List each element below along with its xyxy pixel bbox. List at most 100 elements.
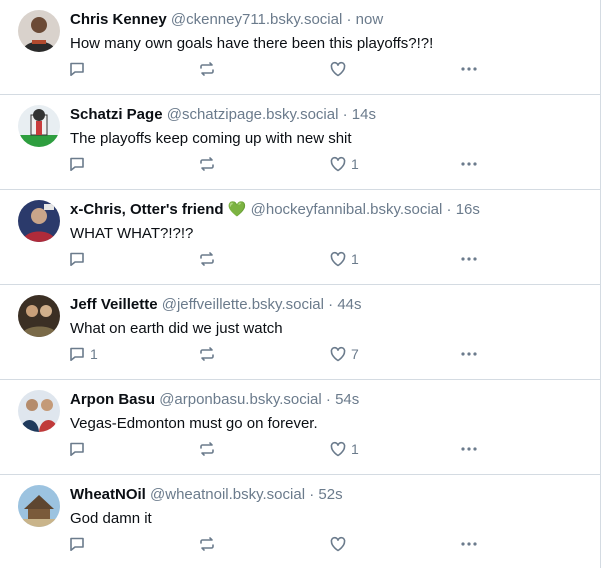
post-header: Schatzi Page @schatzipage.bsky.social · … [70,105,376,124]
repost-arrows-icon [198,60,216,78]
post-time[interactable]: 52s [318,486,342,503]
repost-button[interactable] [198,341,220,367]
reply-button[interactable]: 1 [68,341,98,367]
heart-icon [329,155,347,173]
ellipsis-icon [460,60,478,78]
post-item[interactable]: x-Chris, Otter's friend 💚 @hockeyfanniba… [0,190,600,285]
post-text: The playoffs keep coming up with new shi… [70,130,352,147]
more-options-button[interactable] [460,56,478,82]
like-count: 1 [351,251,359,267]
speech-bubble-icon [68,535,86,553]
reply-button[interactable] [68,246,90,272]
author-handle[interactable]: @wheatnoil.bsky.social [150,486,305,503]
post-header: WheatNOil @wheatnoil.bsky.social · 52s [70,485,343,504]
like-button[interactable] [329,56,351,82]
author-name[interactable]: Schatzi Page [70,106,163,123]
like-count: 7 [351,346,359,362]
post-item[interactable]: Chris Kenney @ckenney711.bsky.social · n… [0,0,600,95]
author-name[interactable]: x-Chris, Otter's friend [70,201,224,218]
author-name[interactable]: Arpon Basu [70,391,155,408]
author-name[interactable]: Jeff Veillette [70,296,158,313]
post-text: WHAT WHAT?!?!? [70,225,194,242]
author-handle[interactable]: @arponbasu.bsky.social [159,391,322,408]
speech-bubble-icon [68,250,86,268]
separator: · [342,11,356,28]
heart-icon [329,535,347,553]
post-actions: 1 [0,246,600,272]
post-time[interactable]: 54s [335,391,359,408]
heart-icon [329,345,347,363]
post-time[interactable]: 44s [337,296,361,313]
reply-button[interactable] [68,56,90,82]
heart-icon [329,60,347,78]
more-options-button[interactable] [460,531,478,557]
author-handle[interactable]: @ckenney711.bsky.social [171,11,342,28]
heart-icon [329,440,347,458]
like-button[interactable]: 1 [329,436,359,462]
post-time[interactable]: now [356,11,384,28]
more-options-button[interactable] [460,151,478,177]
post-text: What on earth did we just watch [70,320,283,337]
ellipsis-icon [460,440,478,458]
post-actions [0,56,600,82]
avatar[interactable] [18,105,60,147]
reply-button[interactable] [68,436,90,462]
repost-button[interactable] [198,246,220,272]
speech-bubble-icon [68,155,86,173]
green-heart-emoji: 💚 [227,201,247,218]
ellipsis-icon [460,155,478,173]
post-item[interactable]: Arpon Basu @arponbasu.bsky.social · 54s … [0,380,600,475]
post-time[interactable]: 16s [456,201,480,218]
speech-bubble-icon [68,345,86,363]
avatar[interactable] [18,200,60,242]
like-button[interactable]: 1 [329,151,359,177]
repost-arrows-icon [198,155,216,173]
speech-bubble-icon [68,60,86,78]
more-options-button[interactable] [460,341,478,367]
separator: · [305,486,319,503]
author-handle[interactable]: @hockeyfannibal.bsky.social [251,201,443,218]
post-actions: 1 [0,436,600,462]
speech-bubble-icon [68,440,86,458]
reply-count: 1 [90,346,98,362]
repost-arrows-icon [198,250,216,268]
ellipsis-icon [460,535,478,553]
like-count: 1 [351,441,359,457]
post-item[interactable]: WheatNOil @wheatnoil.bsky.social · 52s G… [0,475,600,568]
separator: · [338,106,352,123]
post-actions [0,531,600,557]
post-item[interactable]: Jeff Veillette @jeffveillette.bsky.socia… [0,285,600,380]
repost-button[interactable] [198,56,220,82]
post-text: Vegas-Edmonton must go on forever. [70,415,318,432]
avatar[interactable] [18,10,60,52]
post-feed: Chris Kenney @ckenney711.bsky.social · n… [0,0,601,568]
more-options-button[interactable] [460,246,478,272]
repost-button[interactable] [198,151,220,177]
author-handle[interactable]: @jeffveillette.bsky.social [162,296,324,313]
post-actions: 1 7 [0,341,600,367]
author-name[interactable]: Chris Kenney [70,11,167,28]
like-button[interactable]: 1 [329,246,359,272]
repost-arrows-icon [198,440,216,458]
post-time[interactable]: 14s [352,106,376,123]
repost-button[interactable] [198,436,220,462]
reply-button[interactable] [68,151,90,177]
like-button[interactable]: 7 [329,341,359,367]
reply-button[interactable] [68,531,90,557]
repost-arrows-icon [198,345,216,363]
like-button[interactable] [329,531,351,557]
author-name[interactable]: WheatNOil [70,486,146,503]
avatar[interactable] [18,295,60,337]
repost-arrows-icon [198,535,216,553]
post-header: x-Chris, Otter's friend 💚 @hockeyfanniba… [70,200,480,219]
repost-button[interactable] [198,531,220,557]
post-item[interactable]: Schatzi Page @schatzipage.bsky.social · … [0,95,600,190]
post-header: Chris Kenney @ckenney711.bsky.social · n… [70,10,383,29]
author-handle[interactable]: @schatzipage.bsky.social [167,106,339,123]
post-text: God damn it [70,510,152,527]
ellipsis-icon [460,250,478,268]
more-options-button[interactable] [460,436,478,462]
separator: · [321,391,336,408]
avatar[interactable] [18,485,60,527]
avatar[interactable] [18,390,60,432]
